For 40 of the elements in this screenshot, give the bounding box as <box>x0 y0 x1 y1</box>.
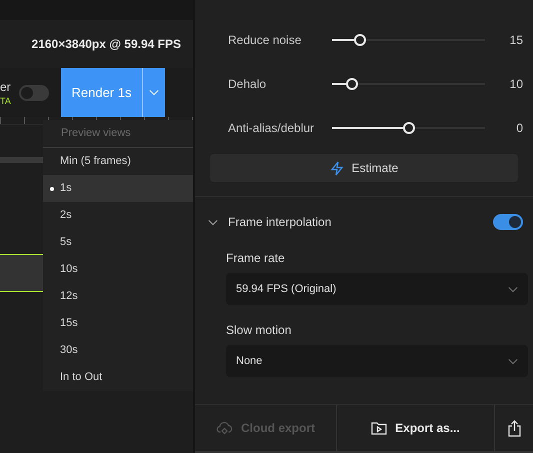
slider-value: 0 <box>515 120 523 137</box>
slider-value: 15 <box>508 32 523 49</box>
track-bar <box>0 157 43 163</box>
dropdown-select[interactable]: 59.94 FPS (Original) <box>226 273 528 305</box>
badge-text: TA <box>0 94 12 106</box>
dropdown-select[interactable]: None <box>226 345 528 377</box>
menu-item[interactable]: 12s <box>43 283 193 310</box>
field-label: Slow motion <box>226 322 292 339</box>
slider-thumb[interactable] <box>346 78 358 90</box>
slider-label: Dehalo <box>228 76 268 93</box>
slider-label: Anti-alias/deblur <box>228 120 316 137</box>
slider-value: 10 <box>508 76 523 93</box>
chevron-down-icon <box>508 286 518 292</box>
menu-item[interactable]: 2s <box>43 202 193 229</box>
label-text: er <box>0 78 12 94</box>
bullet-icon <box>50 186 54 190</box>
share-icon <box>508 420 520 436</box>
slider-label: Reduce noise <box>228 32 302 49</box>
estimate-button[interactable]: Estimate <box>210 154 518 182</box>
toggle-switch[interactable] <box>493 214 523 230</box>
cloud-icon <box>216 421 233 435</box>
clip-block <box>0 254 43 292</box>
chevron-down-icon <box>149 89 159 96</box>
chevron-down-icon <box>508 358 518 364</box>
menu-item[interactable]: Min (5 frames) <box>43 148 193 175</box>
folder-icon <box>371 421 388 435</box>
resolution-text: 2160×3840px @ 59.94 FPS <box>32 36 181 53</box>
toggle-switch[interactable] <box>19 84 49 100</box>
menu-item[interactable]: 30s <box>43 337 193 364</box>
menu-item[interactable]: 5s <box>43 229 193 256</box>
menu-item[interactable]: 1s <box>43 175 193 202</box>
menu-item[interactable]: In to Out <box>43 364 193 391</box>
slider-thumb[interactable] <box>354 34 366 46</box>
field-label: Frame rate <box>226 250 286 267</box>
export-button[interactable]: Export as... <box>337 405 495 451</box>
menu-item[interactable]: 10s <box>43 256 193 283</box>
lightning-icon <box>330 160 344 176</box>
slider-thumb[interactable] <box>402 122 414 134</box>
section-title[interactable]: Frame interpolation <box>228 213 493 231</box>
menu-item[interactable]: 15s <box>43 310 193 337</box>
